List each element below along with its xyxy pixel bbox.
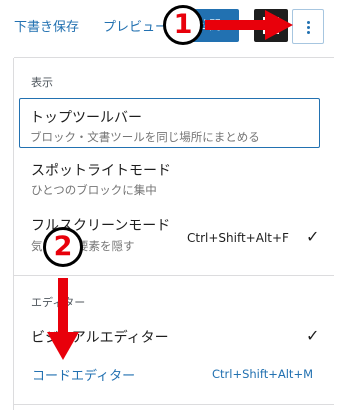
- menu-item-title: コードエディター: [32, 369, 136, 384]
- menu-item-description: ひとつのブロックに集中: [31, 183, 157, 197]
- keyboard-shortcut: Ctrl+Shift+Alt+M: [212, 367, 314, 381]
- save-draft-button[interactable]: 下書き保存: [14, 16, 79, 35]
- step-2-marker: 2: [43, 227, 83, 267]
- menu-item-title: トップツールバー: [30, 110, 142, 126]
- menu-item-top-toolbar[interactable]: トップツールバー ブロック・文書ツールを同じ場所にまとめる: [19, 98, 320, 148]
- down-arrow-icon: [47, 278, 79, 360]
- preview-button[interactable]: プレビュー: [103, 16, 168, 35]
- checkmark-icon: ✓: [306, 227, 320, 246]
- menu-divider: [14, 404, 334, 405]
- checkmark-icon: ✓: [306, 326, 320, 345]
- right-arrow-icon: [205, 10, 293, 40]
- more-options-button[interactable]: [292, 9, 324, 44]
- section-label-view: 表示: [31, 76, 53, 89]
- menu-item-title: スポットライトモード: [31, 163, 171, 179]
- keyboard-shortcut: Ctrl+Shift+Alt+F: [187, 231, 289, 245]
- step-1-marker: 1: [163, 5, 203, 45]
- menu-item-description: ブロック・文書ツールを同じ場所にまとめる: [30, 130, 260, 144]
